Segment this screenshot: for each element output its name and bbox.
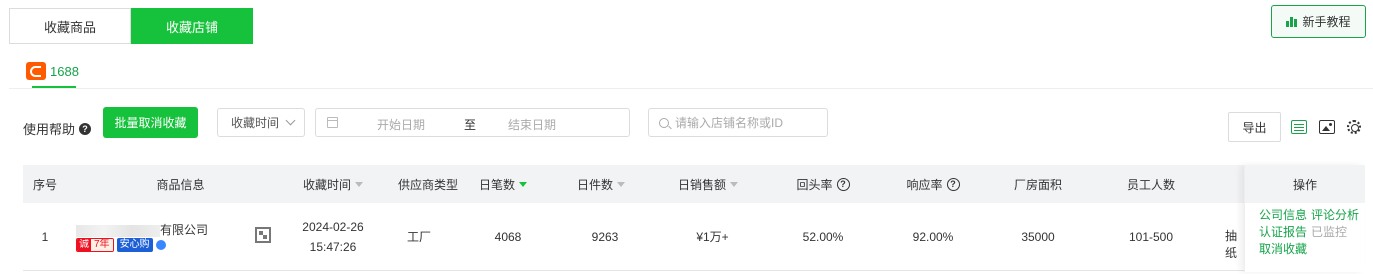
chart-bar-icon <box>1286 16 1298 27</box>
sort-select[interactable]: 收藏时间 <box>217 108 305 137</box>
cancel-favorite-link[interactable]: 取消收藏 <box>1259 242 1307 256</box>
settings-icon[interactable] <box>1347 120 1361 134</box>
1688-logo-icon <box>26 62 46 80</box>
date-separator: 至 <box>464 118 477 132</box>
company-suffix: 有限公司 <box>160 223 209 237</box>
favorite-clock: 15:47:26 <box>309 240 357 254</box>
col-favorite-time[interactable]: 收藏时间 <box>293 165 373 203</box>
image-view-icon[interactable] <box>1319 120 1335 134</box>
sort-icon <box>355 182 363 187</box>
employees: 101-500 <box>1128 230 1174 244</box>
col-response-rate-label: 响应率 <box>906 177 943 192</box>
col-daily-orders[interactable]: 日笔数 <box>473 165 533 203</box>
start-date-input[interactable]: 开始日期 <box>377 116 425 133</box>
date-range-picker[interactable]: 开始日期 至 结束日期 <box>315 108 630 137</box>
col-daily-orders-label: 日笔数 <box>478 177 515 192</box>
platform-tab-1688[interactable]: 1688 <box>26 62 79 80</box>
list-view-icon[interactable] <box>1291 120 1307 134</box>
end-date-input[interactable]: 结束日期 <box>508 116 556 133</box>
col-supplier-type: 供应商类型 <box>397 177 458 192</box>
monitored-status: 已监控 <box>1311 225 1348 239</box>
verified-icon <box>155 240 166 250</box>
col-index: 序号 <box>32 177 57 192</box>
operation-links: 公司信息 评论分析 认证报告 已监控 取消收藏 <box>1245 203 1365 258</box>
company-name[interactable]: 有限公司 <box>76 221 208 238</box>
safe-buy-badge: 安心购 <box>116 238 153 252</box>
shop-search-input[interactable]: 请输入店铺名称或ID <box>648 108 828 137</box>
favorite-time: 2024-02-26 15:47:26 <box>293 203 373 271</box>
table-header: 序号 商品信息 收藏时间 供应商类型 日笔数 日件数 日销售额 回头率 ? 响应… <box>23 165 1365 203</box>
col-factory-area: 厂房面积 <box>1013 177 1062 192</box>
col-response-rate: 响应率 ? <box>903 165 963 203</box>
search-icon <box>659 117 669 128</box>
company-info-link[interactable]: 公司信息 <box>1259 208 1307 222</box>
cert-report-link[interactable]: 认证报告 <box>1259 225 1307 239</box>
col-repurchase-rate-label: 回头率 <box>796 177 833 192</box>
tutorial-button[interactable]: 新手教程 <box>1271 5 1366 38</box>
calendar-icon <box>327 117 338 128</box>
col-daily-items-label: 日件数 <box>576 177 613 192</box>
col-repurchase-rate: 回头率 ? <box>793 165 853 203</box>
col-favorite-time-label: 收藏时间 <box>302 177 351 192</box>
col-product-info: 商品信息 <box>156 177 205 192</box>
tab-favorite-shops[interactable]: 收藏店铺 <box>131 8 253 44</box>
question-icon[interactable]: ? <box>79 122 92 135</box>
review-analysis-link[interactable]: 评论分析 <box>1311 208 1359 222</box>
export-button[interactable]: 导出 <box>1228 112 1281 142</box>
platform-tab-label: 1688 <box>50 63 79 79</box>
sort-select-value: 收藏时间 <box>231 116 280 130</box>
factory-area: 35000 <box>1021 230 1055 244</box>
supplier-type: 工厂 <box>406 230 431 244</box>
question-icon[interactable]: ? <box>946 177 960 191</box>
daily-items: 9263 <box>591 230 619 244</box>
divider <box>9 88 1373 89</box>
qr-code-icon[interactable] <box>255 227 271 243</box>
trust-badge-mark: 诚 <box>77 239 91 251</box>
sort-icon <box>730 182 738 187</box>
batch-cancel-button[interactable]: 批量取消收藏 <box>103 107 198 138</box>
blurred-company-name <box>76 224 160 237</box>
top-tabs: 收藏商品 收藏店铺 <box>9 8 253 44</box>
repurchase-rate: 52.00% <box>802 230 844 244</box>
daily-sales: ¥1万+ <box>696 230 729 244</box>
usage-help-label: 使用帮助 <box>23 122 76 137</box>
col-daily-sales[interactable]: 日销售额 <box>673 165 743 203</box>
question-icon[interactable]: ? <box>836 177 850 191</box>
chevron-down-icon <box>285 115 296 126</box>
shop-badges: 诚 7年 安心购 <box>76 238 166 252</box>
trust-badge-years: 7年 <box>91 239 113 251</box>
col-daily-items[interactable]: 日件数 <box>571 165 631 203</box>
response-rate: 92.00% <box>912 230 954 244</box>
sort-icon <box>617 182 625 187</box>
truncated-cell: 抽纸 <box>1225 229 1238 260</box>
trust-years-badge: 诚 7年 <box>76 238 114 252</box>
tutorial-button-label: 新手教程 <box>1302 15 1351 29</box>
row-index: 1 <box>41 230 49 244</box>
daily-orders: 4068 <box>494 230 522 244</box>
col-employees: 员工人数 <box>1126 177 1175 192</box>
operations-column: 操作 公司信息 评论分析 认证报告 已监控 取消收藏 <box>1244 165 1365 272</box>
search-placeholder: 请输入店铺名称或ID <box>675 116 784 130</box>
usage-help[interactable]: 使用帮助 ? <box>23 119 92 138</box>
col-daily-sales-label: 日销售额 <box>677 177 726 192</box>
favorite-date: 2024-02-26 <box>302 220 364 234</box>
col-operations: 操作 <box>1245 165 1365 203</box>
table-row: 1 有限公司 诚 7年 安心购 2024-02-26 15:47:26 工厂 4… <box>23 203 1245 271</box>
tab-favorite-products[interactable]: 收藏商品 <box>9 8 131 44</box>
sort-desc-icon <box>519 182 527 187</box>
